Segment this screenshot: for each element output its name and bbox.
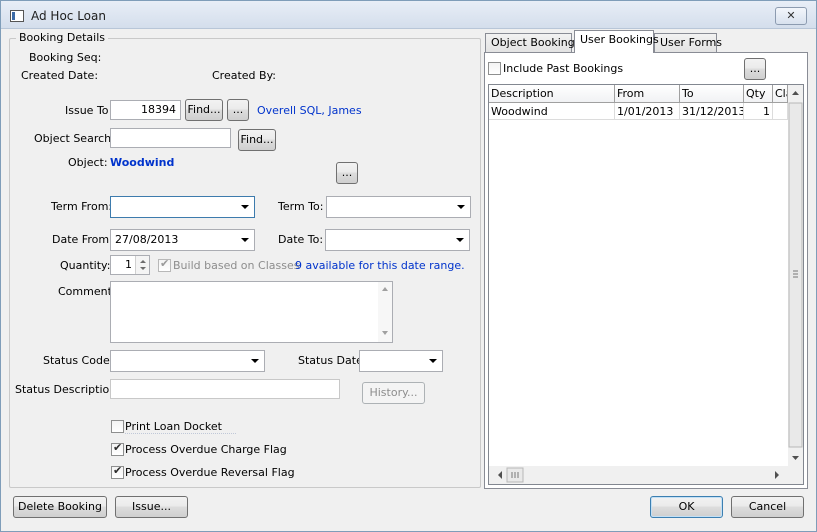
comment-label: Comment: <box>58 285 116 298</box>
app-icon <box>10 10 24 22</box>
issue-button[interactable]: Issue... <box>115 496 188 518</box>
grid-size-grip <box>788 466 803 484</box>
column-header-to[interactable]: To <box>680 85 744 103</box>
term-from-dropdown[interactable] <box>110 196 255 218</box>
term-to-dropdown[interactable] <box>326 196 471 218</box>
object-ellipsis-button[interactable]: ... <box>336 162 358 184</box>
booking-row-description[interactable]: Woodwind <box>489 103 615 120</box>
chevron-down-icon <box>241 205 249 209</box>
history-button[interactable]: History... <box>362 382 425 404</box>
issue-to-label: Issue To <box>65 104 109 117</box>
object-label: Object: <box>68 156 108 169</box>
column-header-cla[interactable]: Cla <box>773 85 788 103</box>
date-from-label: Date From: <box>52 233 113 246</box>
tab-user-forms[interactable]: User Forms <box>654 33 722 52</box>
scrollbar-arrows-icon <box>788 91 803 460</box>
window-title: Ad Hoc Loan <box>31 9 106 23</box>
delete-booking-button[interactable]: Delete Booking <box>13 496 107 518</box>
status-code-dropdown[interactable] <box>110 350 265 372</box>
grid-horizontal-scrollbar[interactable] <box>489 466 788 484</box>
title-bar: Ad Hoc Loan ✕ <box>1 1 816 29</box>
booking-row-from[interactable]: 1/01/2013 <box>615 103 680 120</box>
object-search-input[interactable] <box>110 128 231 148</box>
issue-to-field[interactable]: 18394 <box>110 100 181 120</box>
tab-user-bookings[interactable]: User Bookings <box>574 30 659 53</box>
date-to-picker[interactable] <box>325 229 470 251</box>
status-description-label: Status Description: <box>15 383 120 396</box>
availability-text: 9 available for this date range. <box>295 259 465 272</box>
column-header-qty[interactable]: Qty <box>744 85 773 103</box>
chevron-down-icon <box>251 359 259 363</box>
overdue-reversal-flag-checkbox[interactable] <box>111 464 124 479</box>
quantity-label: Quantity: <box>60 259 111 272</box>
print-loan-docket-label: Print Loan Docket <box>125 420 236 434</box>
chevron-down-icon <box>456 238 464 242</box>
ok-button[interactable]: OK <box>650 496 723 518</box>
status-date-label: Status Date: <box>298 354 367 367</box>
booking-seq-label: Booking Seq: <box>29 51 102 64</box>
chevron-down-icon <box>457 205 465 209</box>
booking-row-cla[interactable] <box>773 103 788 120</box>
term-from-label: Term From: <box>51 200 113 213</box>
created-by-label: Created By: <box>212 69 276 82</box>
booking-row-to[interactable]: 31/12/2013 <box>680 103 744 120</box>
booking-row-qty[interactable]: 1 <box>744 103 773 120</box>
bookings-grid: Description From To Qty Cla Woodwind 1/0… <box>488 84 804 485</box>
chevron-down-icon <box>429 359 437 363</box>
quantity-spin-buttons[interactable] <box>135 256 149 274</box>
object-value: Woodwind <box>110 156 175 169</box>
issue-to-find-button[interactable]: Find... <box>185 99 223 121</box>
scroll-arrows-icon <box>382 287 388 335</box>
cancel-button[interactable]: Cancel <box>731 496 804 518</box>
chevron-down-icon <box>241 238 249 242</box>
status-description-field[interactable] <box>110 379 340 399</box>
build-classes-label: Build based on Classes <box>173 259 300 272</box>
horizontal-scroll-icon <box>498 467 779 483</box>
created-date-label: Created Date: <box>21 69 99 82</box>
overdue-charge-flag-label: Process Overdue Charge Flag <box>125 443 287 456</box>
comment-scrollbar[interactable] <box>378 282 392 342</box>
date-to-label: Date To: <box>278 233 324 246</box>
object-search-find-button[interactable]: Find... <box>238 129 276 151</box>
date-from-value: 27/08/2013 <box>115 233 179 246</box>
print-loan-docket-checkbox[interactable] <box>111 420 124 433</box>
bookings-ellipsis-button[interactable]: ... <box>744 58 766 80</box>
build-classes-checkbox[interactable] <box>158 257 171 272</box>
column-header-description[interactable]: Description <box>489 85 615 103</box>
date-from-picker[interactable]: 27/08/2013 <box>110 229 255 251</box>
include-past-bookings-label: Include Past Bookings <box>503 62 624 75</box>
status-code-label: Status Code: <box>43 354 114 367</box>
overdue-reversal-flag-label: Process Overdue Reversal Flag <box>125 466 295 479</box>
column-header-from[interactable]: From <box>615 85 680 103</box>
spin-arrows-icon <box>140 260 146 270</box>
comment-textarea[interactable] <box>110 281 393 343</box>
booking-details-title: Booking Details <box>16 31 109 44</box>
issue-to-ellipsis-button[interactable]: ... <box>227 99 249 121</box>
close-button[interactable]: ✕ <box>775 7 807 25</box>
include-past-bookings-checkbox[interactable] <box>488 62 501 75</box>
overdue-charge-flag-checkbox[interactable] <box>111 441 124 456</box>
status-date-picker[interactable] <box>359 350 443 372</box>
issue-to-name: Overell SQL, James <box>257 104 362 117</box>
ad-hoc-loan-window: Ad Hoc Loan ✕ Booking Details Booking Se… <box>0 0 817 532</box>
grid-vertical-scrollbar[interactable] <box>788 85 803 466</box>
object-search-label: Object Search: <box>34 132 115 145</box>
tab-object-bookings[interactable]: Object Bookings <box>485 33 580 52</box>
term-to-label: Term To: <box>278 200 324 213</box>
